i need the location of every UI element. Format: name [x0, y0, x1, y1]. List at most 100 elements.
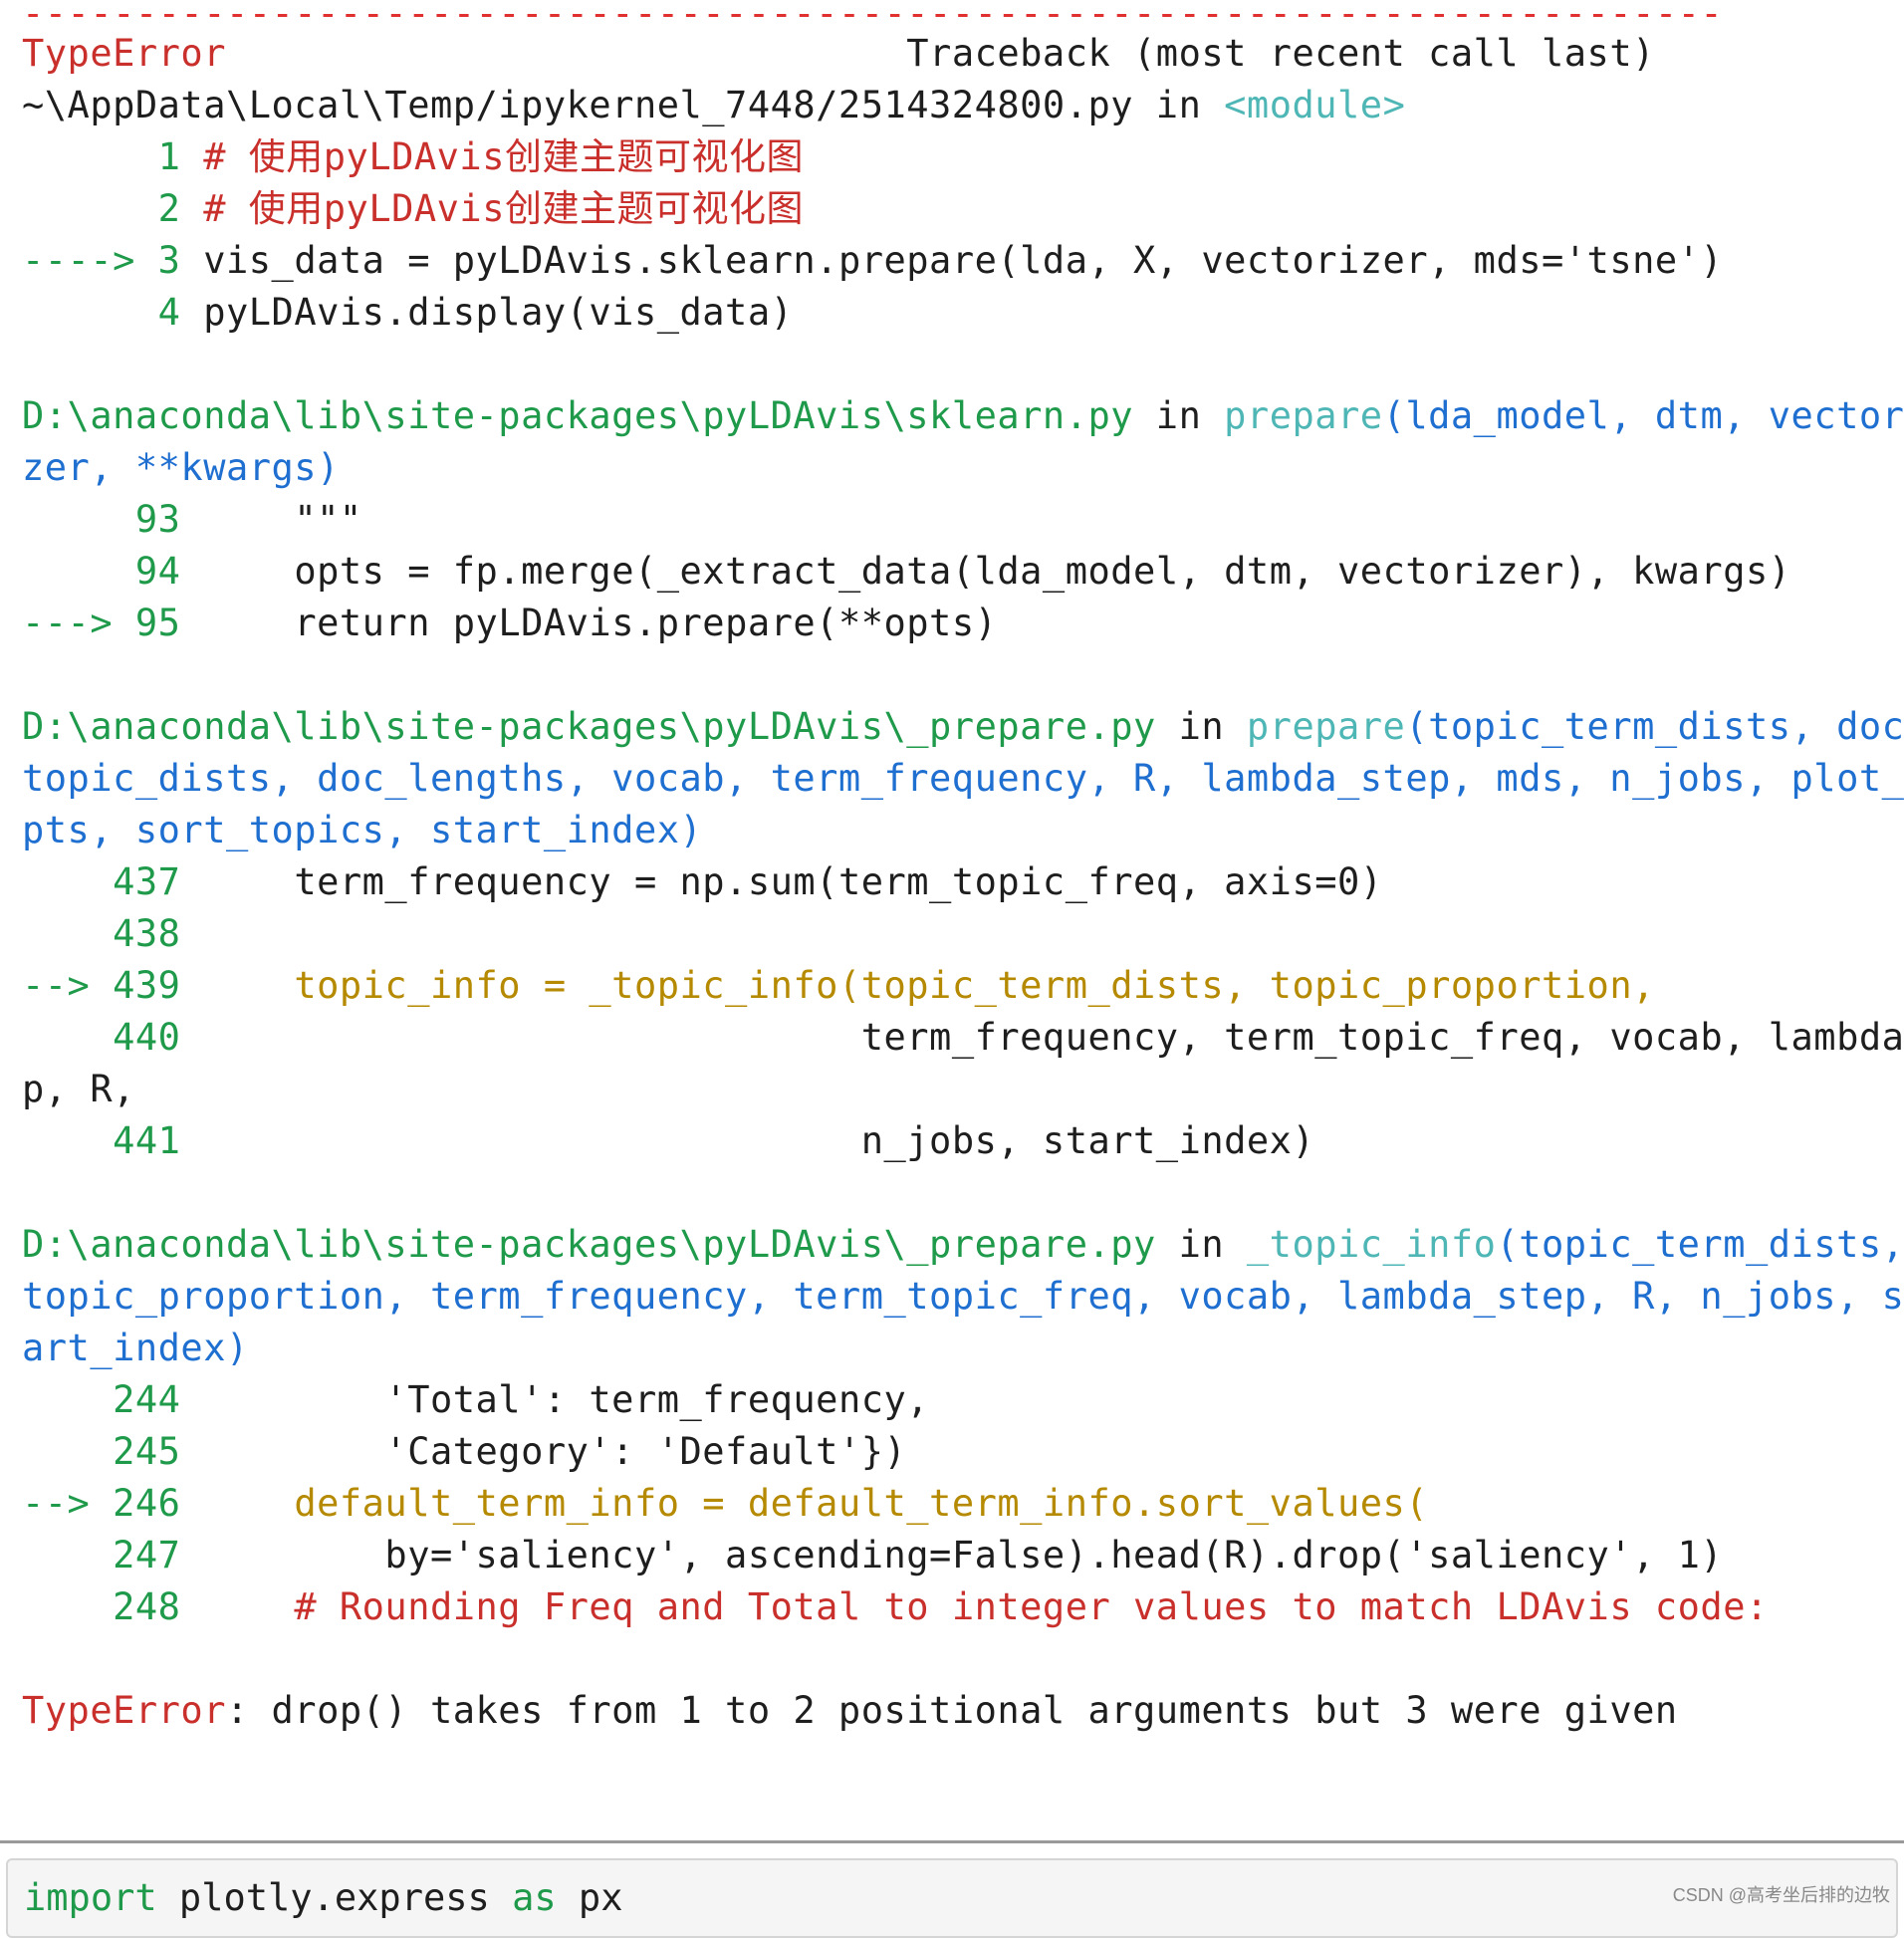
error-message-line: TypeError: drop() takes from 1 to 2 posi…: [22, 1685, 1894, 1737]
line-code: p, R,: [22, 1068, 135, 1110]
line-prefix: [22, 291, 158, 334]
line-prefix: [22, 1378, 113, 1421]
frame-3-line-245: 245 'Category': 'Default'}): [22, 1426, 1894, 1478]
line-number: 439: [113, 964, 181, 1007]
line-prefix: [22, 1585, 113, 1628]
line-prefix: [22, 1119, 113, 1162]
watermark: CSDN @高考坐后排的边牧: [1672, 1885, 1890, 1905]
line-number: 440: [113, 1016, 181, 1059]
line-code: # Rounding Freq and Total to integer val…: [180, 1585, 1769, 1628]
in-text: in: [1133, 394, 1225, 437]
line-prefix: [22, 1016, 113, 1059]
line-number: 95: [134, 602, 181, 644]
frame-file: D:\anaconda\lib\site-packages\pyLDAvis\_…: [22, 705, 1156, 748]
frame-3-line-248: 248 # Rounding Freq and Total to integer…: [22, 1581, 1894, 1633]
frame-2-args-wrap-1: topic_dists, doc_lengths, vocab, term_fr…: [22, 757, 1904, 800]
line-number: 1: [157, 135, 181, 178]
line-number: 437: [113, 860, 181, 903]
in-text: in: [1133, 84, 1225, 126]
frame-3-line-247: 247 by='saliency', ascending=False).head…: [22, 1530, 1894, 1581]
next-code-cell[interactable]: import plotly.express as px: [6, 1858, 1898, 1938]
line-prefix: [22, 912, 113, 955]
line-prefix: [22, 187, 158, 230]
line-code: term_frequency, term_topic_freq, vocab, …: [180, 1016, 1904, 1059]
error-type: TypeError: [22, 32, 226, 75]
in-text: in: [1155, 1223, 1247, 1266]
line-number: 247: [113, 1534, 181, 1576]
frame-2-line-440: 440 term_frequency, term_topic_freq, voc…: [22, 1012, 1904, 1064]
line-prefix: [22, 550, 135, 593]
frame-0-line-2: 2 # 使用pyLDAvis创建主题可视化图: [22, 183, 1894, 235]
keyword-import: import: [24, 1876, 157, 1919]
line-number: 246: [113, 1482, 181, 1525]
line-code: # 使用pyLDAvis创建主题可视化图: [180, 135, 804, 178]
line-code: by='saliency', ascending=False).head(R).…: [180, 1534, 1724, 1576]
line-code: topic_info = _topic_info(topic_term_dist…: [180, 964, 1655, 1007]
frame-1-line-94: 94 opts = fp.merge(_extract_data(lda_mod…: [22, 546, 1894, 598]
line-code: pyLDAvis.display(vis_data): [180, 291, 794, 334]
error-type: TypeError: [22, 1689, 226, 1732]
frame-3-line-246: --> 246 default_term_info = default_term…: [22, 1478, 1894, 1530]
line-code: 'Category': 'Default'}): [180, 1430, 907, 1473]
traceback-output: ----------------------------------------…: [22, 0, 1904, 1737]
frame-args: (lda_model, dtm, vectori: [1382, 394, 1904, 437]
error-message: : drop() takes from 1 to 2 positional ar…: [225, 1689, 1678, 1732]
line-prefix: [22, 860, 113, 903]
in-text: in: [1155, 705, 1247, 748]
keyword-as: as: [512, 1876, 557, 1919]
frame-args: (topic_term_dists, doc_: [1405, 705, 1904, 748]
line-code: term_frequency = np.sum(term_topic_freq,…: [180, 860, 1383, 903]
line-number: 4: [157, 291, 181, 334]
frame-0-line-3: ----> 3 vis_data = pyLDAvis.sklearn.prep…: [22, 235, 1894, 287]
frame-2-line-441: 441 n_jobs, start_index): [22, 1115, 1894, 1167]
line-number: 438: [113, 912, 181, 955]
frame-args: (topic_term_dists,: [1496, 1223, 1904, 1266]
frame-func: <module>: [1224, 84, 1406, 126]
line-number: 441: [113, 1119, 181, 1162]
line-number: 2: [157, 187, 181, 230]
line-prefix: [22, 135, 158, 178]
frame-file: D:\anaconda\lib\site-packages\pyLDAvis\s…: [22, 394, 1134, 437]
frame-0-line-1: 1 # 使用pyLDAvis创建主题可视化图: [22, 131, 1894, 183]
line-code: """: [180, 498, 362, 541]
frame-0-line-4: 4 pyLDAvis.display(vis_data): [22, 287, 1894, 339]
cell-divider: [0, 1840, 1904, 1843]
line-number: 94: [134, 550, 181, 593]
line-number: 245: [113, 1430, 181, 1473]
line-number: 3: [157, 239, 181, 282]
frame-2-line-437: 437 term_frequency = np.sum(term_topic_f…: [22, 856, 1894, 908]
frame-0-location: ~\AppData\Local\Temp/ipykernel_7448/2514…: [22, 80, 1894, 131]
line-prefix: [22, 498, 135, 541]
module-alias: px: [556, 1876, 623, 1919]
traceback-title: Traceback (most recent call last): [225, 32, 1655, 75]
frame-func: prepare: [1224, 394, 1383, 437]
frame-2-line-439: --> 439 topic_info = _topic_info(topic_t…: [22, 960, 1894, 1012]
frame-1-args-wrap: zer, **kwargs): [22, 446, 340, 489]
line-code: 'Total': term_frequency,: [180, 1378, 930, 1421]
frame-2-line-440-wrap: p, R,: [22, 1064, 1894, 1115]
frame-func: prepare: [1246, 705, 1406, 748]
line-prefix: [22, 1430, 113, 1473]
frame-3-location: D:\anaconda\lib\site-packages\pyLDAvis\_…: [22, 1219, 1904, 1271]
frame-3-args-wrap-2: art_index): [22, 1327, 249, 1369]
line-arrow: --->: [22, 602, 135, 644]
traceback-header: TypeError Traceback (most recent call la…: [22, 28, 1894, 80]
line-number: 248: [113, 1585, 181, 1628]
module-name: plotly.express: [156, 1876, 513, 1919]
frame-func: _topic_info: [1246, 1223, 1497, 1266]
line-number: 93: [134, 498, 181, 541]
line-number: 244: [113, 1378, 181, 1421]
frame-1-location: D:\anaconda\lib\site-packages\pyLDAvis\s…: [22, 390, 1904, 442]
line-code: # 使用pyLDAvis创建主题可视化图: [180, 187, 804, 230]
frame-1-line-95: ---> 95 return pyLDAvis.prepare(**opts): [22, 598, 1894, 649]
line-code: n_jobs, start_index): [180, 1119, 1315, 1162]
traceback-separator: ----------------------------------------…: [22, 0, 1724, 28]
frame-file: ~\AppData\Local\Temp/ipykernel_7448/2514…: [22, 84, 1134, 126]
next-cell-code[interactable]: import plotly.express as px: [24, 1876, 622, 1919]
line-arrow: -->: [22, 964, 114, 1007]
frame-2-line-438: 438: [22, 908, 1894, 960]
